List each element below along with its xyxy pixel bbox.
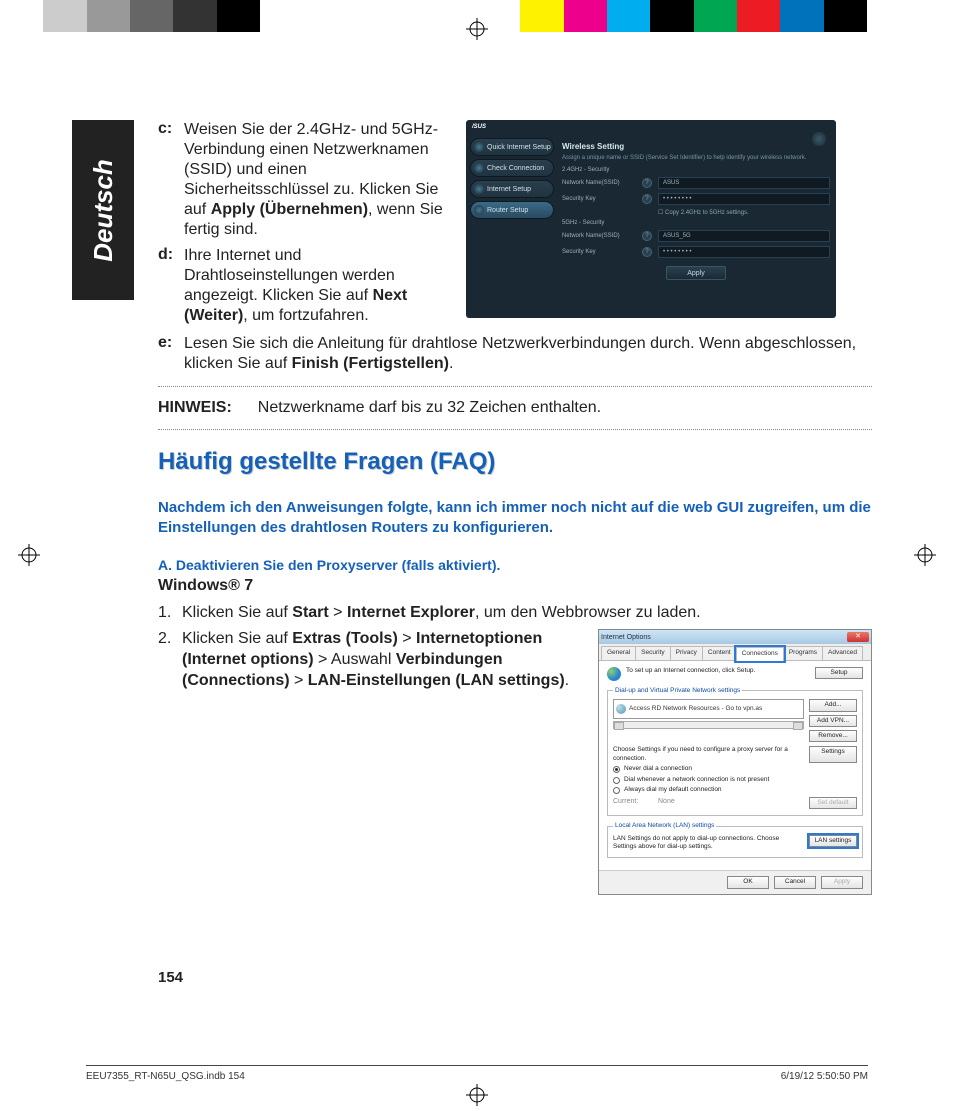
page-number: 154: [158, 969, 183, 986]
dotted-rule: [158, 429, 872, 430]
reg-mark-right: [914, 544, 936, 566]
reg-mark-top: [466, 18, 488, 40]
globe-icon: [607, 667, 621, 681]
dotted-rule: [158, 386, 872, 387]
network-icon: [616, 704, 626, 714]
internet-options-dialog: Internet Options✕ General Security Priva…: [598, 629, 872, 895]
reg-mark-bottom: [466, 1084, 488, 1106]
cancel-button: Cancel: [774, 876, 816, 888]
hinweis-note: HINWEIS:Netzwerkname darf bis zu 32 Zeic…: [158, 399, 872, 417]
tab-connections: Connections: [736, 647, 784, 660]
side-qis: Quick Internet Setup: [470, 138, 554, 156]
item-d: d: Ihre Internet und Drahtloseinstellung…: [158, 246, 448, 326]
router-screenshot: /SUS Quick Internet Setup Check Connecti…: [466, 120, 836, 318]
page: Deutsch c: Weisen Sie der 2.4GHz- und 5G…: [38, 60, 916, 1050]
item-c: c: Weisen Sie der 2.4GHz- und 5GHz-Verbi…: [158, 120, 448, 240]
language-tab: Deutsch: [72, 120, 134, 300]
faq-substep-a: A. Deaktivieren Sie den Proxyserver (fal…: [158, 557, 872, 573]
faq-question: Nachdem ich den Anweisungen folgte, kann…: [158, 498, 872, 539]
ok-button: OK: [727, 876, 769, 888]
windows7-label: Windows® 7: [158, 577, 872, 595]
content-area: c: Weisen Sie der 2.4GHz- und 5GHz-Verbi…: [158, 120, 872, 980]
item-e: e: Lesen Sie sich die Anleitung für drah…: [158, 334, 872, 374]
side-internet: Internet Setup: [470, 180, 554, 198]
faq-heading: Häufig gestellte Fragen (FAQ): [158, 448, 872, 476]
footer-timestamp: 6/19/12 5:50:50 PM: [781, 1071, 868, 1082]
reg-mark-left: [18, 544, 40, 566]
router-apply-button: Apply: [666, 266, 726, 280]
apply-button: Apply: [821, 876, 863, 888]
side-check: Check Connection: [470, 159, 554, 177]
step-1: 1. Klicken Sie auf Start > Internet Expl…: [158, 603, 872, 624]
lan-settings-button: LAN settings: [809, 835, 857, 847]
footer-filename: EEU7355_RT-N65U_QSG.indb 154: [86, 1071, 245, 1082]
close-icon: ✕: [847, 632, 869, 642]
setup-button: Setup: [815, 667, 863, 679]
language-label: Deutsch: [88, 159, 119, 262]
footer-rule: [86, 1065, 868, 1066]
side-router: Router Setup: [470, 201, 554, 219]
step-2: 2. Klicken Sie auf Extras (Tools) > Inte…: [158, 629, 872, 895]
